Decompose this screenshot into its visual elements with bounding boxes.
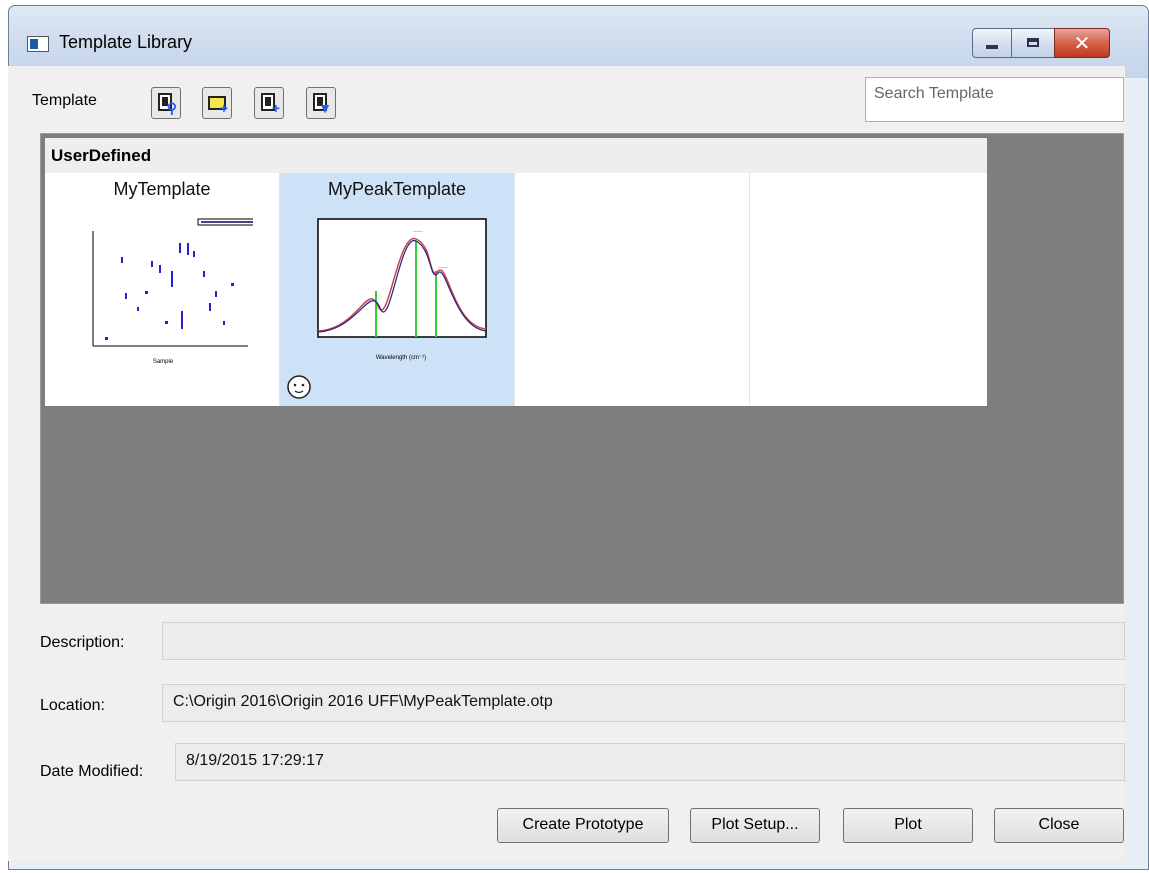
description-field — [162, 622, 1125, 660]
svg-text:——: —— — [438, 265, 448, 271]
close-window-button[interactable]: ✕ — [1054, 28, 1110, 58]
template-name: MyTemplate — [113, 179, 211, 199]
date-modified-label: Date Modified: — [40, 763, 144, 780]
minimize-button[interactable] — [972, 28, 1012, 58]
filter-icon: ▼ — [318, 100, 332, 116]
scatter-thumbnail: Sample — [92, 218, 253, 365]
add-template-button[interactable]: + — [254, 87, 284, 119]
plot-setup-button[interactable]: Plot Setup... — [690, 808, 820, 843]
description-label: Description: — [40, 634, 125, 651]
template-item-empty — [750, 173, 987, 406]
template-item-mytemplate[interactable]: MyTemplate Sample — [45, 173, 280, 406]
svg-text:Sample: Sample — [153, 359, 174, 365]
filter-template-button[interactable]: ▼ — [306, 87, 336, 119]
plot-button[interactable]: Plot — [843, 808, 973, 843]
close-icon: ✕ — [1073, 31, 1091, 55]
location-field: C:\Origin 2016\Origin 2016 UFF\MyPeakTem… — [162, 684, 1125, 722]
maximize-button[interactable] — [1011, 28, 1055, 58]
group-name: UserDefined — [51, 146, 152, 165]
search-template-input[interactable]: Search Template — [865, 77, 1124, 122]
location-label: Location: — [40, 697, 105, 714]
magnifier-icon: ⚲ — [166, 100, 177, 116]
peak-thumbnail: —— —— Wavelength (cm⁻¹) — [317, 218, 487, 361]
template-item-mypeaktemplate[interactable]: MyPeakTemplate —— —— Wavelength (cm⁻¹) — [280, 173, 515, 406]
browse-template-button[interactable]: ⚲ — [151, 87, 181, 119]
create-prototype-button[interactable]: Create Prototype — [497, 808, 669, 843]
window-title: Template Library — [59, 32, 193, 52]
sheep-icon — [287, 375, 311, 399]
template-label: Template — [32, 92, 97, 109]
plus-icon: + — [271, 100, 280, 116]
template-name: MyPeakTemplate — [327, 179, 467, 199]
app-window-icon — [27, 36, 49, 52]
close-button[interactable]: Close — [994, 808, 1124, 843]
date-modified-field: 8/19/2015 17:29:17 — [175, 743, 1125, 781]
svg-text:——: —— — [413, 229, 423, 235]
add-folder-button[interactable]: + — [202, 87, 232, 119]
template-gallery[interactable]: UserDefined MyTemplate Sample MyPeakTemp… — [40, 133, 1124, 604]
group-header: UserDefined — [45, 138, 987, 174]
svg-text:Wavelength (cm⁻¹): Wavelength (cm⁻¹) — [376, 355, 426, 361]
template-item-empty — [515, 173, 750, 406]
plus-icon: + — [219, 100, 228, 116]
